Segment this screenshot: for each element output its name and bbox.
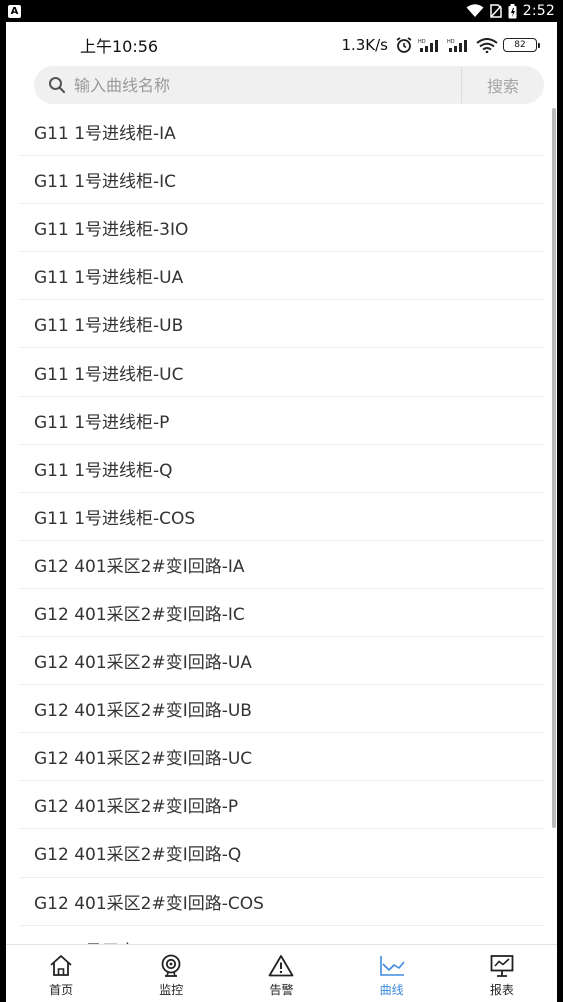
- list-item[interactable]: G13 1号干变-IA: [20, 926, 544, 944]
- list-item[interactable]: G11 1号进线柜-3IO: [20, 204, 544, 253]
- svg-text:HD: HD: [447, 39, 455, 45]
- camera-icon: [161, 954, 181, 977]
- tab-report-label: 报表: [489, 983, 514, 997]
- tab-alarm-label: 告警: [269, 983, 294, 997]
- warning-icon: [269, 955, 294, 977]
- report-icon: [490, 955, 514, 977]
- alarm-clock-icon: [396, 37, 412, 53]
- tab-curve[interactable]: 曲线: [342, 945, 442, 998]
- list-item[interactable]: G12 401采区2#变I回路-IA: [20, 541, 544, 589]
- svg-text:HD: HD: [418, 39, 426, 45]
- tab-monitor[interactable]: 监控: [121, 945, 221, 998]
- list-item[interactable]: G12 401采区2#变I回路-COS: [20, 878, 544, 926]
- wifi-icon: [476, 37, 498, 53]
- list-item[interactable]: G11 1号进线柜-IC: [20, 156, 544, 205]
- tab-alarm[interactable]: 告警: [231, 945, 331, 998]
- no-sim-icon: [490, 4, 502, 18]
- list-item[interactable]: G12 401采区2#变I回路-Q: [20, 829, 544, 878]
- inner-clock: 上午10:56: [80, 37, 159, 56]
- tab-monitor-label: 监控: [159, 983, 184, 997]
- list-item[interactable]: G11 1号进线柜-P: [20, 397, 544, 445]
- list-item[interactable]: G11 1号进线柜-IA: [20, 108, 544, 157]
- search-input[interactable]: [74, 67, 461, 103]
- signal-hd-icon-2: HD: [447, 39, 467, 52]
- list-item[interactable]: G12 401采区2#变I回路-P: [20, 781, 544, 830]
- signal-hd-icon-1: HD: [418, 39, 438, 52]
- system-status-bar: A 2:52: [0, 0, 563, 22]
- list-item[interactable]: G11 1号进线柜-COS: [20, 493, 544, 541]
- tab-report[interactable]: 报表: [452, 945, 552, 998]
- system-clock: 2:52: [522, 3, 555, 19]
- battery-level: 82: [514, 40, 526, 50]
- battery-icon: [508, 3, 517, 18]
- list-item[interactable]: G12 401采区2#变I回路-UA: [20, 637, 544, 686]
- list-item[interactable]: G11 1号进线柜-Q: [20, 445, 544, 493]
- app-screen: 上午10:56 1.3K/s HD HD 82 输入曲线名称 搜索 G11 1号…: [6, 22, 557, 1002]
- line-chart-icon: [379, 956, 405, 976]
- list-item[interactable]: G12 401采区2#变I回路-UC: [20, 733, 544, 782]
- tab-curve-label: 曲线: [379, 983, 404, 997]
- search-bar: 搜索: [34, 66, 544, 104]
- wifi-icon: [466, 4, 484, 17]
- battery-indicator: 82: [503, 38, 540, 52]
- search-icon: [49, 77, 66, 94]
- home-icon: [50, 955, 72, 976]
- curve-list: G11 1号进线柜-IA G11 1号进线柜-IC G11 1号进线柜-3IO …: [20, 108, 544, 944]
- search-button[interactable]: 搜索: [462, 66, 544, 104]
- list-scrollbar[interactable]: [552, 108, 556, 828]
- inner-status-bar: 上午10:56 1.3K/s HD HD 82: [6, 22, 557, 68]
- tab-home-label: 首页: [49, 983, 74, 997]
- list-item[interactable]: G12 401采区2#变I回路-UB: [20, 685, 544, 734]
- list-item[interactable]: G11 1号进线柜-UC: [20, 348, 544, 397]
- list-item[interactable]: G11 1号进线柜-UA: [20, 252, 544, 301]
- network-speed: 1.3K/s: [341, 36, 388, 54]
- tab-home[interactable]: 首页: [11, 945, 111, 998]
- accessibility-icon: A: [8, 4, 21, 18]
- list-item[interactable]: G11 1号进线柜-UB: [20, 300, 544, 349]
- bottom-tab-bar: 首页 监控 告警 曲线 报表: [6, 944, 557, 1002]
- list-item[interactable]: G12 401采区2#变I回路-IC: [20, 589, 544, 638]
